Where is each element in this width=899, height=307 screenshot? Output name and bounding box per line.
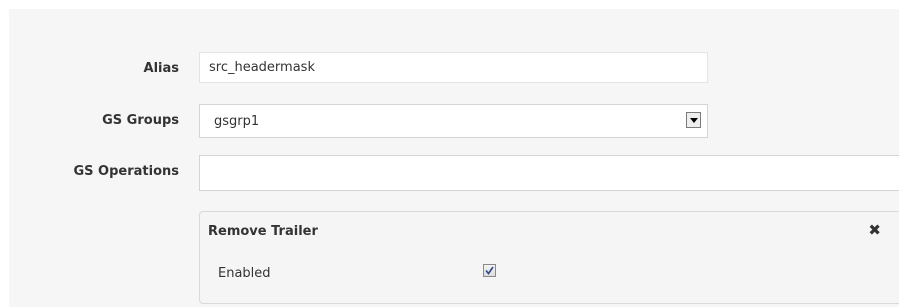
enabled-label: Enabled — [218, 266, 271, 281]
gs-groups-select[interactable]: gsgrp1 — [199, 104, 708, 138]
dropdown-arrow-icon[interactable] — [686, 112, 701, 128]
gs-operations-label: GS Operations — [73, 164, 179, 179]
gs-groups-label: GS Groups — [102, 113, 179, 128]
operation-card-remove-trailer: Remove Trailer ✖ Enabled — [199, 211, 899, 304]
gs-operations-input[interactable] — [199, 155, 899, 191]
alias-label: Alias — [143, 61, 179, 76]
close-icon[interactable]: ✖ — [868, 221, 881, 239]
operation-title: Remove Trailer — [208, 224, 318, 239]
enabled-checkbox[interactable] — [483, 264, 496, 277]
checkmark-icon — [485, 266, 494, 275]
gs-groups-selected-value: gsgrp1 — [214, 114, 260, 129]
alias-input[interactable]: src_headermask — [199, 52, 708, 83]
